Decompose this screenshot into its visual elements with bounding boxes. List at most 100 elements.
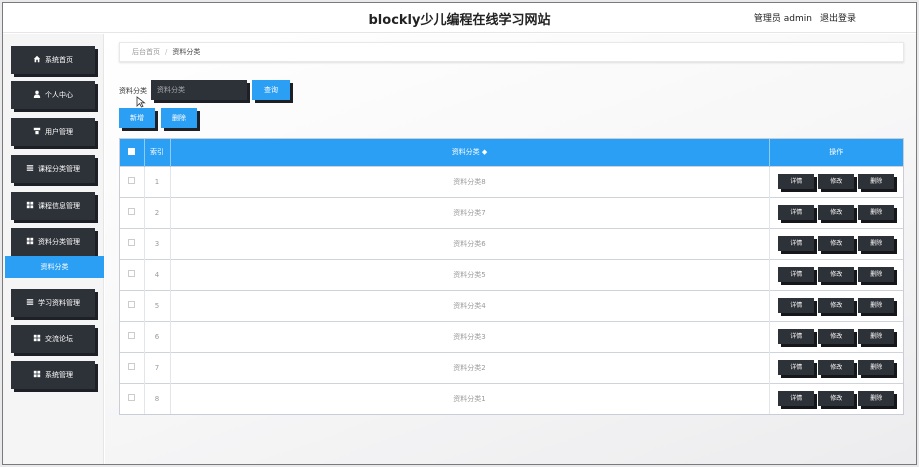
select-all-checkbox[interactable]: [128, 147, 136, 155]
delete-button[interactable]: 删除: [858, 360, 895, 375]
table-row: 5 资料分类4 详情 修改 删除: [120, 289, 903, 321]
sidebar-item-label: 系统首页: [45, 56, 73, 64]
delete-button[interactable]: 删除: [858, 329, 895, 344]
column-header-operation: 操作: [769, 139, 903, 166]
row-category: 资料分类7: [170, 196, 770, 228]
edit-button[interactable]: 修改: [818, 391, 855, 407]
row-index: 2: [144, 196, 171, 228]
detail-button[interactable]: 详情: [778, 205, 815, 220]
data-table: 索引 资料分类 ◆ 操作 1 资料分类8 详情 修改 删除 2 资料分类7 详情…: [119, 138, 904, 415]
delete-button[interactable]: 删除: [858, 236, 895, 251]
edit-button[interactable]: 修改: [818, 174, 855, 189]
user-icon: [33, 90, 41, 100]
row-index: 8: [144, 382, 171, 414]
table-row: 8 资料分类1 详情 修改 删除: [120, 382, 903, 414]
row-checkbox[interactable]: [128, 177, 136, 184]
row-select-cell: [120, 320, 145, 352]
row-category: 资料分类8: [170, 165, 770, 197]
search-label: 资料分类: [119, 87, 147, 95]
row-select-cell: [120, 258, 145, 290]
add-button[interactable]: 新增: [119, 108, 155, 128]
edit-button[interactable]: 修改: [818, 329, 855, 344]
detail-button[interactable]: 详情: [778, 360, 815, 375]
grid-icon: [26, 201, 34, 211]
sidebar-item-material-category[interactable]: 资料分类管理: [11, 228, 95, 256]
sidebar-item-system[interactable]: 系统管理: [11, 361, 95, 389]
sidebar-item-study-material[interactable]: 学习资料管理: [11, 289, 95, 317]
column-header-index: 索引: [144, 139, 171, 166]
sidebar-item-forum[interactable]: 交流论坛: [11, 325, 95, 353]
delete-button[interactable]: 删除: [858, 174, 895, 189]
row-actions: 详情 修改 删除: [769, 351, 903, 383]
sidebar-item-label: 学习资料管理: [38, 299, 80, 307]
batch-delete-button[interactable]: 删除: [161, 108, 197, 128]
grid-icon: [33, 334, 41, 344]
edit-button[interactable]: 修改: [818, 360, 855, 375]
sidebar-item-profile[interactable]: 个人中心: [11, 81, 95, 109]
sidebar-item-label: 课程分类管理: [38, 165, 80, 173]
sidebar-item-label: 交流论坛: [45, 335, 73, 343]
sidebar-item-home[interactable]: 系统首页: [11, 46, 95, 74]
main-content: 后台首页 / 资料分类 资料分类 查询 新增 删除 索引 资料分类 ◆: [105, 34, 916, 464]
users-icon: [33, 127, 41, 137]
row-category: 资料分类3: [170, 320, 770, 352]
row-checkbox[interactable]: [128, 270, 136, 277]
sidebar-item-label: 系统管理: [45, 371, 73, 379]
sidebar-subitem-label: 资料分类: [40, 263, 69, 271]
row-actions: 详情 修改 删除: [769, 382, 903, 414]
row-actions: 详情 修改 删除: [769, 227, 903, 259]
delete-button[interactable]: 删除: [858, 267, 895, 282]
row-actions: 详情 修改 删除: [769, 289, 903, 321]
row-category: 资料分类2: [170, 351, 770, 383]
detail-button[interactable]: 详情: [778, 298, 815, 313]
row-checkbox[interactable]: [128, 208, 136, 215]
sidebar-item-label: 课程信息管理: [38, 202, 80, 210]
sidebar: 系统首页 个人中心 用户管理 课程分类管理 课程信息管理 资料分类管理 资料分类…: [3, 34, 104, 464]
search-button[interactable]: 查询: [252, 80, 290, 100]
sidebar-item-users[interactable]: 用户管理: [11, 118, 95, 146]
row-index: 3: [144, 227, 171, 259]
row-checkbox[interactable]: [128, 332, 136, 339]
sidebar-item-label: 资料分类管理: [38, 238, 80, 246]
row-category: 资料分类1: [170, 382, 770, 414]
delete-button[interactable]: 删除: [858, 391, 895, 407]
breadcrumb: 后台首页 / 资料分类: [119, 42, 904, 62]
row-select-cell: [120, 196, 145, 228]
row-checkbox[interactable]: [128, 394, 136, 402]
mouse-cursor-icon: [136, 96, 146, 108]
column-header-category[interactable]: 资料分类 ◆: [170, 139, 770, 166]
row-checkbox[interactable]: [128, 301, 136, 308]
sidebar-item-label: 个人中心: [45, 91, 73, 99]
sidebar-item-course-info[interactable]: 课程信息管理: [11, 192, 95, 220]
edit-button[interactable]: 修改: [818, 236, 855, 251]
row-select-cell: [120, 227, 145, 259]
sidebar-subitem-material-category[interactable]: 资料分类: [5, 256, 104, 278]
row-index: 7: [144, 351, 171, 383]
breadcrumb-home[interactable]: 后台首页: [132, 47, 160, 57]
row-index: 1: [144, 165, 171, 197]
logout-link[interactable]: 退出登录: [820, 14, 856, 24]
row-index: 5: [144, 289, 171, 321]
delete-button[interactable]: 删除: [858, 298, 895, 313]
table-row: 6 资料分类3 详情 修改 删除: [120, 320, 903, 352]
edit-button[interactable]: 修改: [818, 267, 855, 282]
detail-button[interactable]: 详情: [778, 267, 815, 282]
row-index: 6: [144, 320, 171, 352]
row-checkbox[interactable]: [128, 239, 136, 246]
row-checkbox[interactable]: [128, 363, 136, 370]
detail-button[interactable]: 详情: [778, 391, 815, 407]
sidebar-item-course-category[interactable]: 课程分类管理: [11, 155, 95, 183]
table-row: 7 资料分类2 详情 修改 删除: [120, 351, 903, 383]
top-header: blockly少儿编程在线学习网站 管理员 admin 退出登录: [3, 3, 916, 33]
detail-button[interactable]: 详情: [778, 174, 815, 189]
detail-button[interactable]: 详情: [778, 236, 815, 251]
search-input[interactable]: [151, 80, 247, 100]
edit-button[interactable]: 修改: [818, 298, 855, 313]
edit-button[interactable]: 修改: [818, 205, 855, 220]
detail-button[interactable]: 详情: [778, 329, 815, 344]
row-actions: 详情 修改 删除: [769, 196, 903, 228]
grid-icon: [26, 237, 34, 247]
row-actions: 详情 修改 删除: [769, 320, 903, 352]
delete-button[interactable]: 删除: [858, 205, 895, 220]
table-row: 3 资料分类6 详情 修改 删除: [120, 227, 903, 259]
